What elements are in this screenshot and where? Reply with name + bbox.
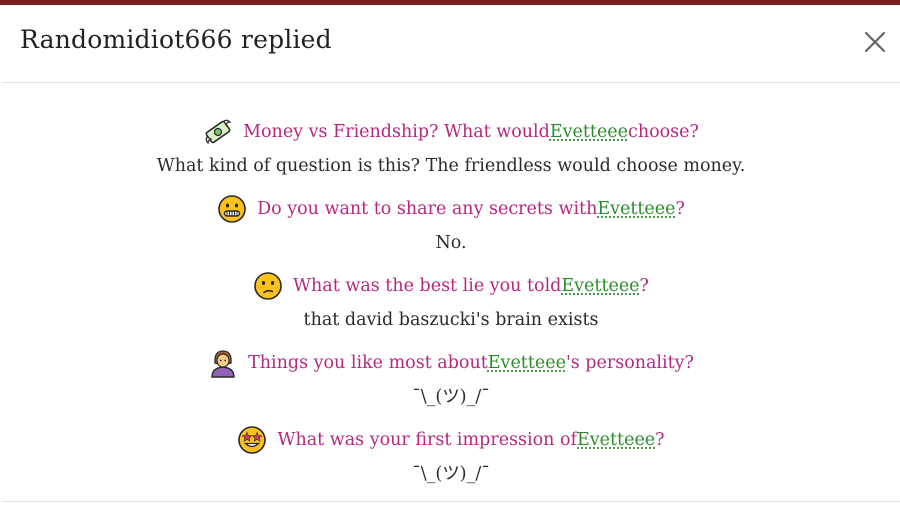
question-text-end: ? — [639, 276, 649, 296]
question-text: What was your first impression of — [277, 430, 577, 450]
reply-modal: Randomidiot666 replied Money vs Friendsh… — [2, 5, 900, 508]
question: What was your first impression of Evette… — [237, 421, 665, 459]
question-text: What was the best lie you told — [293, 276, 562, 296]
answer: What kind of question is this? The frien… — [156, 156, 746, 176]
modal-header: Randomidiot666 replied — [2, 5, 900, 83]
mention-link[interactable]: Evetteee — [561, 276, 639, 296]
question-text: Things you like most about — [248, 353, 488, 373]
footer-divider — [2, 501, 900, 502]
question-text: Do you want to share any secrets with — [257, 199, 598, 219]
question-text-end: ? — [675, 199, 685, 219]
person-icon — [208, 348, 238, 378]
qa-item: What was your first impression of Evette… — [2, 421, 900, 498]
qa-item: Things you like most about Evetteee 's p… — [2, 344, 900, 421]
zipper-mouth-face-icon — [217, 194, 247, 224]
question-text-end: 's personality? — [565, 353, 694, 373]
mention-link[interactable]: Evetteee — [597, 199, 675, 219]
modal-title: Randomidiot666 replied — [20, 25, 332, 54]
qa-item: What was the best lie you told Evetteee … — [2, 267, 900, 344]
question-text-end: ? — [655, 430, 665, 450]
close-icon[interactable] — [860, 27, 890, 57]
question: Do you want to share any secrets with Ev… — [217, 190, 685, 228]
question: Things you like most about Evetteee 's p… — [208, 344, 694, 382]
question-text-end: choose? — [628, 122, 699, 142]
question: What was the best lie you told Evetteee … — [253, 267, 649, 305]
answer: ¯\_(ツ)_/¯ — [412, 464, 490, 484]
answer: No. — [435, 233, 467, 253]
mention-link[interactable]: Evetteee — [488, 353, 566, 373]
question: Money vs Friendship? What would Evetteee… — [203, 113, 699, 151]
qa-list: Money vs Friendship? What would Evetteee… — [2, 113, 900, 498]
answer: ¯\_(ツ)_/¯ — [412, 387, 490, 407]
qa-item: Money vs Friendship? What would Evetteee… — [2, 113, 900, 190]
qa-item: Do you want to share any secrets with Ev… — [2, 190, 900, 267]
mention-link[interactable]: Evetteee — [550, 122, 628, 142]
star-struck-face-icon — [237, 425, 267, 455]
question-text: Money vs Friendship? What would — [243, 122, 550, 142]
confused-face-icon — [253, 271, 283, 301]
answer: that david baszucki's brain exists — [303, 310, 599, 330]
mention-link[interactable]: Evetteee — [577, 430, 655, 450]
money-with-wings-icon — [203, 117, 233, 147]
